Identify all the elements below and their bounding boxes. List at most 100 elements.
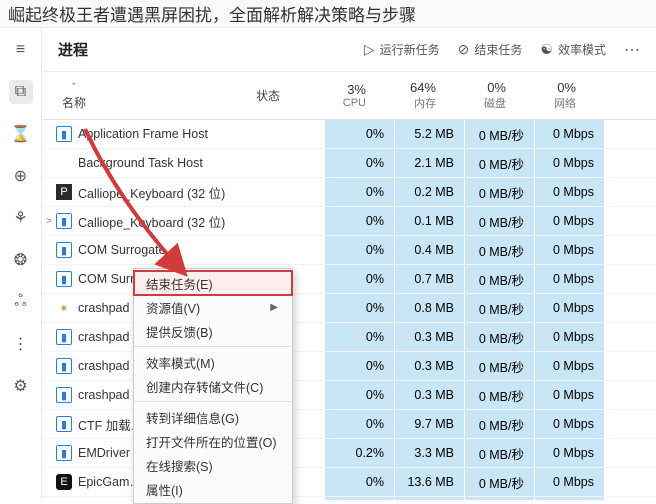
net-cell: 0 Mbps [534, 468, 604, 496]
net-cell: 0 Mbps [534, 410, 604, 438]
net-cell: 0 Mbps [534, 236, 604, 264]
disk-cell: 0 MB/秒 [464, 323, 534, 351]
col-内存-header[interactable]: 64%内存 [376, 80, 446, 111]
cpu-cell: 0% [324, 381, 394, 409]
ctx-item[interactable]: 资源值(V) ▶ [134, 295, 292, 319]
ctx-item[interactable]: 提供反馈(B) [134, 319, 292, 343]
table-row[interactable]: >▮ Calliope_Keyboard (32 位) 0%0.1 MB0 MB/秒… [42, 207, 656, 236]
metric-pct: 3% [347, 82, 366, 97]
disk-cell: 0 MB/秒 [464, 120, 534, 148]
table-row[interactable]: Background Task Host0%2.1 MB0 MB/秒0 Mbps [42, 149, 656, 178]
process-icon: ▮ [56, 358, 72, 374]
col-name-header[interactable]: ˆ 名称 [56, 80, 256, 111]
sidebar-glyph-icon: ❂ [14, 250, 27, 270]
col-cpu-header[interactable]: 3%CPU [306, 80, 376, 111]
expand-icon[interactable]: > [42, 216, 56, 227]
sidebar-item-2[interactable]: ⌛ [9, 122, 33, 146]
efficiency-mode-label: 效率模式 [558, 41, 606, 58]
ctx-item[interactable]: 转到详细信息(G) [134, 405, 292, 429]
ctx-item-label: 资源值(V) [146, 298, 200, 317]
cpu-cell: 0% [324, 207, 394, 235]
ctx-item-label: 打开文件所在的位置(O) [146, 432, 277, 451]
mem-cell: 0.1 MB [394, 207, 464, 235]
mem-cell: 9.7 MB [394, 410, 464, 438]
metric-label: 内存 [414, 95, 436, 111]
sidebar-item-7[interactable]: ⋮ [9, 332, 33, 356]
net-cell: 0 Mbps [534, 178, 604, 206]
more-icon[interactable]: ⋯ [624, 40, 640, 60]
disk-cell: 0 MB/秒 [464, 294, 534, 322]
disk-cell: 0 MB/秒 [464, 352, 534, 380]
table-row[interactable]: ▮COM Surrogate0%0.4 MB0 MB/秒0 Mbps [42, 236, 656, 265]
ctx-item-label: 在线搜索(S) [146, 456, 213, 475]
play-icon: ▷ [364, 41, 375, 58]
disk-cell: 0 MB/秒 [464, 439, 534, 467]
col-status-header[interactable]: 状态 [256, 87, 306, 104]
end-task-label: 结束任务 [474, 41, 522, 58]
cpu-cell: 0% [324, 236, 394, 264]
process-name: Background Task Host [78, 156, 274, 170]
process-icon: ▮ [56, 387, 72, 403]
mem-cell: 0.4 MB [394, 236, 464, 264]
sidebar-glyph-icon: ⧉ [15, 83, 26, 101]
sidebar-glyph-icon: ⚘ [13, 208, 27, 228]
cpu-cell: 0% [324, 410, 394, 438]
disk-cell: 0 MB/秒 [464, 207, 534, 235]
process-icon: E [56, 474, 72, 490]
sidebar-glyph-icon: ⊕ [14, 166, 27, 186]
sidebar-item-1[interactable]: ⧉ [9, 80, 33, 104]
sidebar-item-6[interactable]: ஃ [9, 290, 33, 314]
col-磁盘-header[interactable]: 0%磁盘 [446, 80, 516, 111]
sidebar-item-8[interactable]: ⚙ [9, 374, 33, 398]
submenu-arrow-icon: ▶ [270, 302, 278, 313]
ctx-item[interactable]: 在线搜索(S) [134, 453, 292, 477]
ctx-item[interactable]: 创建内存转储文件(C) [134, 374, 292, 398]
disk-cell: 0 MB/秒 [464, 381, 534, 409]
cpu-cell: 0% [324, 120, 394, 148]
sidebar: ≡ ⧉ ⌛ ⊕ ⚘ ❂ ஃ ⋮ ⚙ [0, 28, 42, 500]
process-icon: ✴ [56, 300, 72, 316]
cpu-cell: 0.2% [324, 439, 394, 467]
sidebar-item-0[interactable]: ≡ [9, 38, 33, 62]
process-name: Calliope_Keyboard (32 位) [78, 212, 274, 231]
mem-cell: 3.3 MB [394, 439, 464, 467]
sidebar-glyph-icon: ⚙ [13, 376, 27, 396]
ctx-separator [134, 346, 292, 347]
net-cell: 0 Mbps [534, 323, 604, 351]
metric-label: 网络 [554, 95, 576, 111]
sidebar-item-4[interactable]: ⚘ [9, 206, 33, 230]
col-网络-header[interactable]: 0%网络 [516, 80, 586, 111]
mem-cell: 0.3 MB [394, 381, 464, 409]
main: ≡ ⧉ ⌛ ⊕ ⚘ ❂ ஃ ⋮ ⚙ 进程 ▷ 运行新任务 ⊘ 结束任务 ☯ 效率模式 ⋯ [0, 28, 656, 500]
ctx-item[interactable]: 打开文件所在的位置(O) [134, 429, 292, 453]
ctx-item-label: 提供反馈(B) [146, 322, 213, 341]
table-row[interactable]: PCalliope_Keyboard (32 位)0%0.2 MB0 MB/秒0… [42, 178, 656, 207]
ctx-item[interactable]: 结束任务(E) [134, 271, 292, 295]
process-name: Calliope_Keyboard (32 位) [78, 183, 274, 202]
run-new-task-button[interactable]: ▷ 运行新任务 [364, 41, 440, 58]
ctx-item-label: 结束任务(E) [146, 274, 213, 293]
disk-cell: 0 MB/秒 [464, 265, 534, 293]
ctx-item[interactable]: 效率模式(M) [134, 350, 292, 374]
process-icon: ▮ [56, 213, 72, 229]
ctx-separator [134, 401, 292, 402]
net-cell: 0 Mbps [534, 265, 604, 293]
cpu-cell: 0% [324, 352, 394, 380]
ctx-item-label: 属性(I) [146, 480, 183, 499]
metric-pct: 0% [557, 80, 576, 95]
header: 进程 ▷ 运行新任务 ⊘ 结束任务 ☯ 效率模式 ⋯ [42, 28, 656, 72]
mem-cell: 0.2 MB [394, 178, 464, 206]
sort-arrow-icon: ˆ [72, 82, 76, 94]
efficiency-mode-button[interactable]: ☯ 效率模式 [540, 41, 606, 58]
table-row[interactable]: ▮Application Frame Host0%5.2 MB0 MB/秒0 M… [42, 120, 656, 149]
end-task-button[interactable]: ⊘ 结束任务 [458, 41, 523, 58]
metric-pct: 64% [410, 80, 436, 95]
col-name-label: 名称 [62, 96, 86, 110]
sidebar-item-5[interactable]: ❂ [9, 248, 33, 272]
ctx-item[interactable]: 属性(I) [134, 477, 292, 501]
ctx-item-label: 创建内存转储文件(C) [146, 377, 263, 396]
cpu-cell: 0% [324, 265, 394, 293]
sidebar-item-3[interactable]: ⊕ [9, 164, 33, 188]
mem-cell: 0.7 MB [394, 265, 464, 293]
ctx-item-label: 转到详细信息(G) [146, 408, 239, 427]
